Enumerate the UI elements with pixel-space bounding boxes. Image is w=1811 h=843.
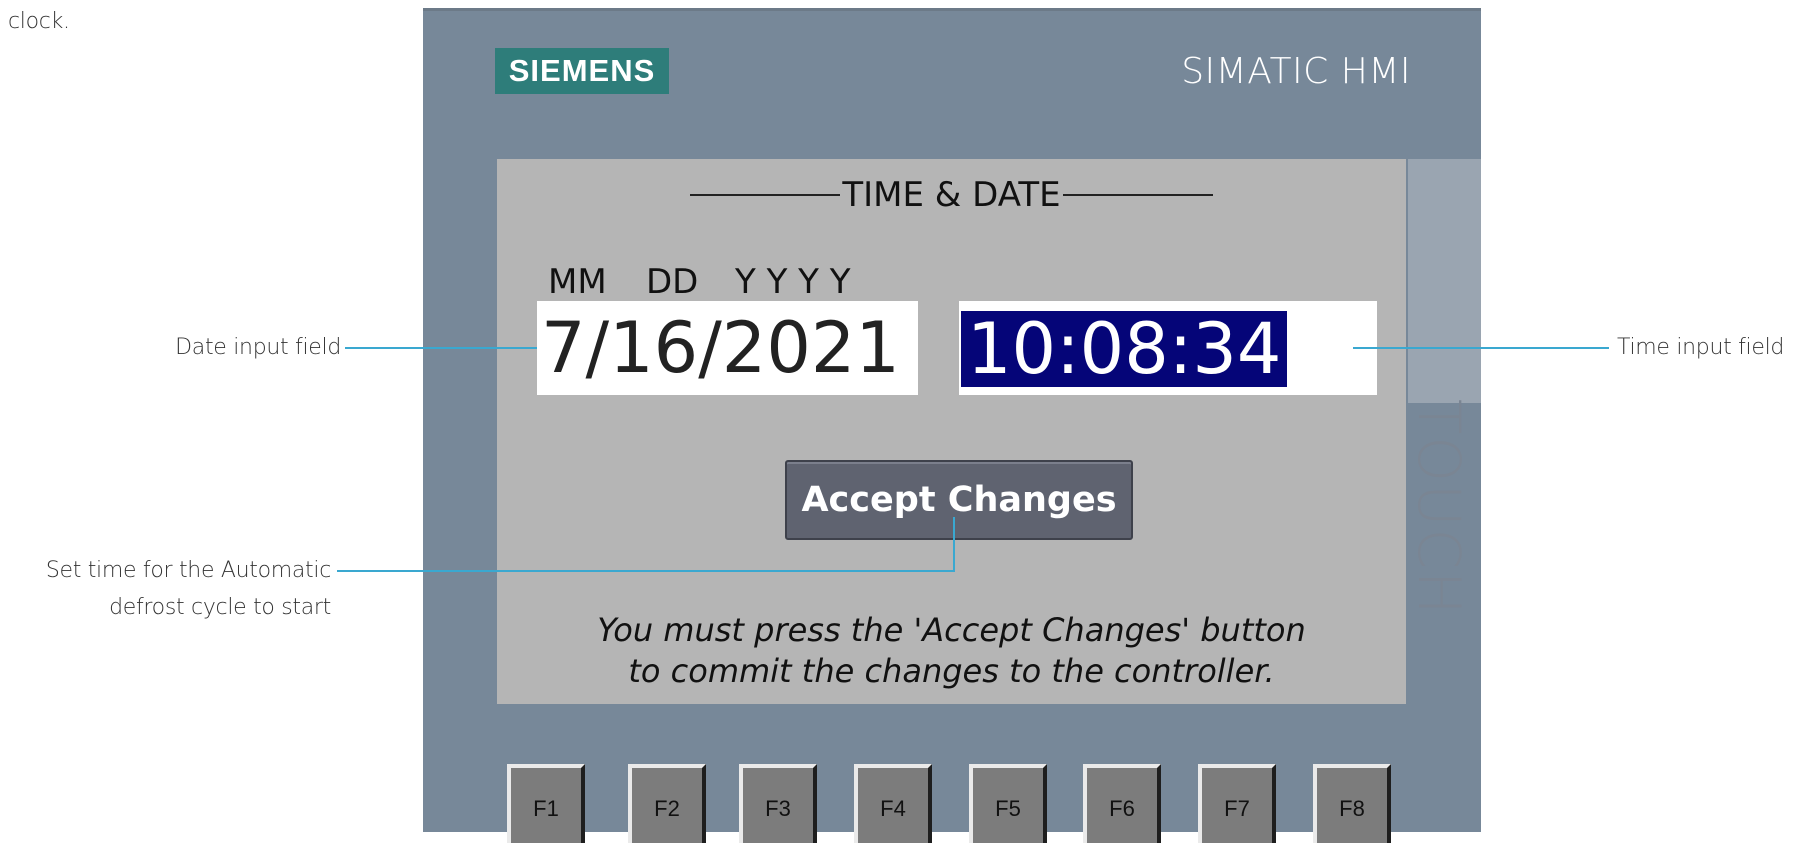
screen-title: TIME & DATE [497, 175, 1406, 215]
touch-label: TOUCH [1405, 399, 1473, 617]
screen-title-text: TIME & DATE [842, 175, 1061, 215]
notice-line-1: You must press the 'Accept Changes' butt… [597, 611, 1306, 649]
accept-leader-horizontal [337, 570, 955, 572]
annotation-clock-fragment: clock. [8, 9, 70, 34]
function-key-f6[interactable]: F6 [1083, 764, 1161, 843]
annotation-accept-line2: defrost cycle to start [109, 595, 331, 620]
year-header: Y Y Y Y [735, 262, 851, 302]
siemens-logo: SIEMENS [495, 48, 669, 94]
simatic-hmi-label: SIMATIC HMI [1181, 51, 1411, 92]
function-key-f8[interactable]: F8 [1313, 764, 1391, 843]
annotation-accept-line1: Set time for the Automatic [45, 558, 331, 583]
function-key-f3[interactable]: F3 [739, 764, 817, 843]
date-leader-line [345, 347, 537, 349]
annotation-date-field: Date input field [175, 335, 341, 360]
day-header: DD [646, 262, 699, 302]
function-key-f4[interactable]: F4 [854, 764, 932, 843]
function-key-f1[interactable]: F1 [507, 764, 585, 843]
hmi-screen: TIME & DATE MM DD Y Y Y Y 7/16/2021 10:0… [497, 159, 1406, 704]
notice-line-2: to commit the changes to the controller. [628, 652, 1275, 690]
time-input[interactable]: 10:08:34 [959, 301, 1377, 395]
time-leader-line [1353, 347, 1609, 349]
accept-changes-button[interactable]: Accept Changes [785, 460, 1133, 540]
month-header: MM [548, 262, 607, 302]
hmi-panel: SIEMENS SIMATIC HMI TOUCH TIME & DATE MM… [423, 8, 1481, 843]
function-key-f7[interactable]: F7 [1198, 764, 1276, 843]
annotation-time-field: Time input field [1617, 335, 1785, 360]
function-key-f2[interactable]: F2 [628, 764, 706, 843]
accept-leader-vertical [953, 517, 955, 572]
date-input[interactable]: 7/16/2021 [537, 301, 918, 395]
time-input-selected-text: 10:08:34 [961, 311, 1288, 387]
touch-strip [1408, 159, 1481, 403]
title-rule-right [1062, 194, 1213, 196]
title-rule-left [690, 194, 841, 196]
function-key-f5[interactable]: F5 [969, 764, 1047, 843]
